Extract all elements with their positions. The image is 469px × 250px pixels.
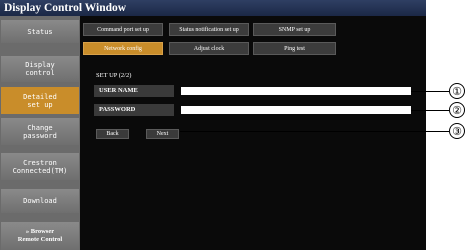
next-button[interactable]: Next xyxy=(146,129,179,139)
tab-snmp-set-up[interactable]: SNMP set up xyxy=(253,23,336,36)
back-button[interactable]: Back xyxy=(96,129,129,139)
sidebar-item-change-password[interactable]: Change password xyxy=(1,118,79,145)
callout-2-badge: ② xyxy=(449,102,465,118)
sidebar: Status Display control Detailed set up C… xyxy=(0,16,80,250)
username-label: USER NAME xyxy=(94,85,174,97)
tab-adjust-clock[interactable]: Adjust clock xyxy=(169,42,249,55)
callout-1-badge: ① xyxy=(449,83,465,99)
tab-status-notification-set-up[interactable]: Status notification set up xyxy=(169,23,249,36)
username-input[interactable] xyxy=(181,87,411,95)
sidebar-item-crestron-connected[interactable]: Crestron Connected(TM) xyxy=(1,153,79,180)
password-label: PASSWORD xyxy=(94,104,174,116)
tab-ping-test[interactable]: Ping test xyxy=(253,42,336,55)
tab-network-config[interactable]: Network config xyxy=(83,42,163,55)
callout-line-3 xyxy=(180,131,449,132)
sidebar-item-display-control[interactable]: Display control xyxy=(1,56,79,82)
callout-3-badge: ③ xyxy=(449,123,465,139)
tab-command-port-set-up[interactable]: Command port set up xyxy=(83,23,163,36)
password-input[interactable] xyxy=(181,106,411,114)
sidebar-item-detailed-set-up[interactable]: Detailed set up xyxy=(1,87,79,114)
main-panel: Command port set up Status notification … xyxy=(80,16,426,250)
callout-line-2 xyxy=(411,110,449,111)
page-heading: SET UP (2/2) xyxy=(96,72,132,79)
callout-line-1 xyxy=(411,91,449,92)
window-title: Display Control Window xyxy=(0,0,426,16)
sidebar-item-status[interactable]: Status xyxy=(1,20,79,43)
sidebar-item-browser-remote-control[interactable]: » Browser Remote Control xyxy=(1,222,79,250)
sidebar-item-download[interactable]: Download xyxy=(1,189,79,213)
